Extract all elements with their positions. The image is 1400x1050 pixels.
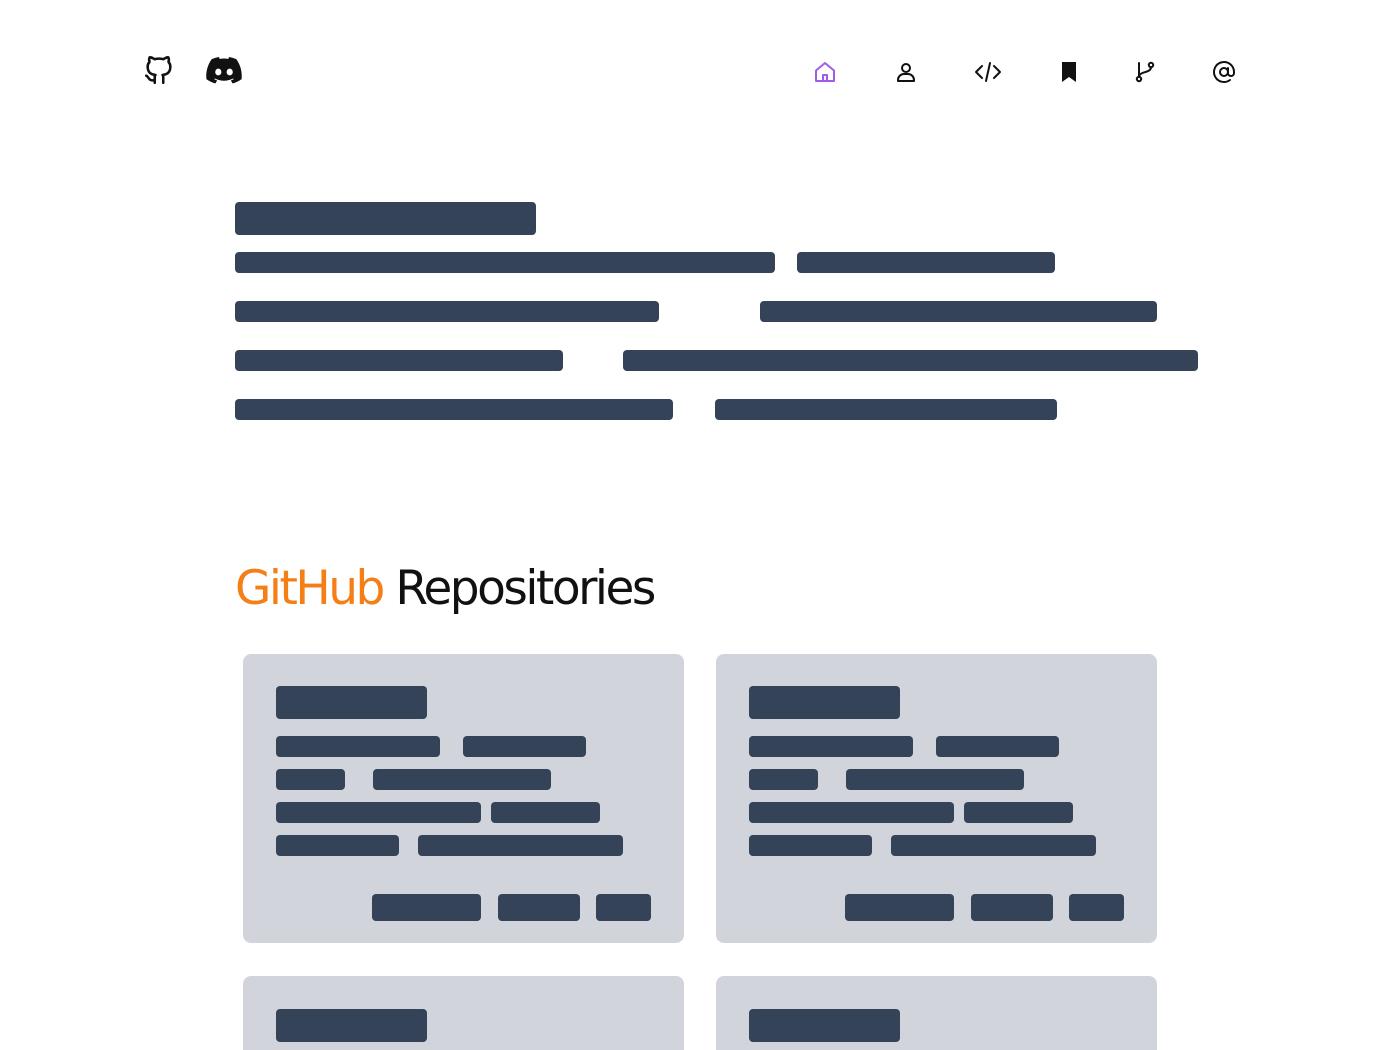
text-line-placeholder xyxy=(797,252,1055,273)
at-sign-icon[interactable] xyxy=(1204,52,1244,92)
text-line-placeholder xyxy=(373,769,551,790)
text-line-placeholder xyxy=(760,301,1157,322)
text-line-placeholder xyxy=(964,802,1073,823)
stat-placeholder xyxy=(971,894,1053,921)
text-line-placeholder xyxy=(276,835,399,856)
repo-card[interactable] xyxy=(243,976,684,1050)
repo-title-placeholder xyxy=(276,1009,427,1042)
stat-placeholder xyxy=(372,894,481,921)
text-line-placeholder xyxy=(749,736,913,757)
repo-card[interactable] xyxy=(243,654,684,943)
home-icon[interactable] xyxy=(805,52,845,92)
section-heading: GitHub Repositories xyxy=(235,558,656,620)
text-line-placeholder xyxy=(235,399,673,420)
text-line-placeholder xyxy=(235,350,563,371)
text-line-placeholder xyxy=(235,252,775,273)
text-line-placeholder xyxy=(715,399,1057,420)
text-line-placeholder xyxy=(749,835,872,856)
stat-placeholder xyxy=(498,894,580,921)
text-line-placeholder xyxy=(891,835,1096,856)
discord-icon[interactable] xyxy=(204,50,244,90)
text-line-placeholder xyxy=(749,802,954,823)
git-branch-icon[interactable] xyxy=(1125,52,1165,92)
text-line-placeholder xyxy=(936,736,1059,757)
github-icon[interactable] xyxy=(139,50,179,90)
text-line-placeholder xyxy=(749,769,818,790)
text-line-placeholder xyxy=(491,802,600,823)
repo-card[interactable] xyxy=(716,976,1157,1050)
repo-title-placeholder xyxy=(749,1009,900,1042)
repo-card[interactable] xyxy=(716,654,1157,943)
stat-placeholder xyxy=(1069,894,1124,921)
hero-title-placeholder xyxy=(235,202,536,235)
heading-accent: GitHub xyxy=(235,561,385,616)
text-line-placeholder xyxy=(846,769,1024,790)
bookmark-icon[interactable] xyxy=(1049,52,1089,92)
text-line-placeholder xyxy=(418,835,623,856)
page: GitHub Repositories xyxy=(0,0,1400,1050)
text-line-placeholder xyxy=(276,769,345,790)
heading-text: Repositories xyxy=(395,561,656,616)
stat-placeholder xyxy=(596,894,651,921)
text-line-placeholder xyxy=(623,350,1198,371)
user-icon[interactable] xyxy=(886,52,926,92)
repo-title-placeholder xyxy=(749,686,900,719)
text-line-placeholder xyxy=(235,301,659,322)
text-line-placeholder xyxy=(276,802,481,823)
repo-title-placeholder xyxy=(276,686,427,719)
text-line-placeholder xyxy=(463,736,586,757)
stat-placeholder xyxy=(845,894,954,921)
code-icon[interactable] xyxy=(968,52,1008,92)
text-line-placeholder xyxy=(276,736,440,757)
